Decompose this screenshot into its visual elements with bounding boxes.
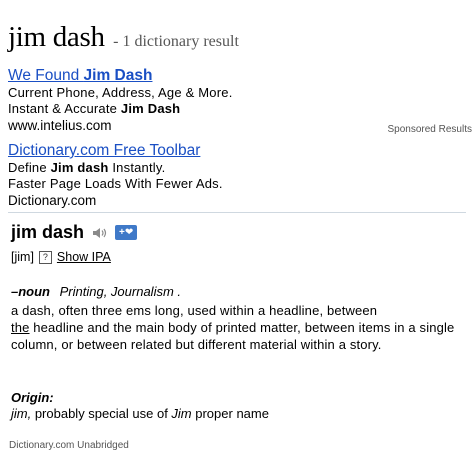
ad-line: Current Phone, Address, Age & More. [8,85,233,100]
definition-text: headline and the main body of printed ma… [11,320,455,352]
origin-text: jim, probably special use of Jim proper … [11,406,269,421]
ad-line-text: Instantly. [108,160,166,175]
ad-line-bold: Jim dash [50,160,109,175]
ad-line: Faster Page Loads With Fewer Ads. [8,176,223,191]
source-attribution: Dictionary.com Unabridged [9,440,129,451]
subject-label: Printing, Journalism . [59,284,182,299]
ad-url: Dictionary.com [8,193,97,208]
ad-line-bold: Jim Dash [120,101,181,116]
ad-line: Instant & Accurate Jim Dash [8,101,466,117]
pronunciation: [jim] [11,250,34,264]
entry-heading: jim dash +❤ [11,222,138,243]
ad-item: Dictionary.com Free Toolbar Define Jim d… [8,142,466,209]
ad-title-text[interactable]: We Found [8,67,84,84]
help-icon[interactable]: ? [38,250,52,264]
results-header: jim dash - 1 dictionary result [8,21,239,54]
ad-title-link[interactable]: Dictionary.com Free Toolbar [8,142,466,160]
speaker-icon[interactable] [92,226,108,240]
definition: a dash, often three ems long, used withi… [11,302,466,353]
sponsored-ads: We Found Jim Dash Current Phone, Address… [8,67,466,217]
ad-title-bold[interactable]: Jim Dash [84,67,153,84]
headword: jim dash [11,222,85,242]
origin-segment: proper name [191,406,269,421]
part-of-speech-row: –noun Printing, Journalism . [11,284,181,299]
sponsored-label: Sponsored Results [387,124,473,135]
pronunciation-row: [jim] ? Show IPA [11,250,111,264]
favorite-button[interactable]: +❤ [115,225,138,240]
ad-line-text: Define [8,160,51,175]
origin-segment: probably special use of [31,406,172,421]
divider [8,212,466,213]
origin-word: Jim [171,406,192,421]
search-query: jim dash [8,21,105,53]
ad-line: Define Jim dash Instantly. [8,160,466,176]
ad-title-link[interactable]: We Found Jim Dash [8,67,466,85]
show-ipa-link[interactable]: Show IPA [57,250,111,264]
origin-heading: Origin: [11,390,54,405]
part-of-speech: –noun [11,284,50,299]
origin-word: jim, [11,406,32,421]
ad-line-text: Instant & Accurate [8,101,121,116]
result-summary: - 1 dictionary result [113,33,239,50]
definition-link[interactable]: the [11,320,30,335]
definition-text: a dash, often three ems long, used withi… [11,303,378,318]
